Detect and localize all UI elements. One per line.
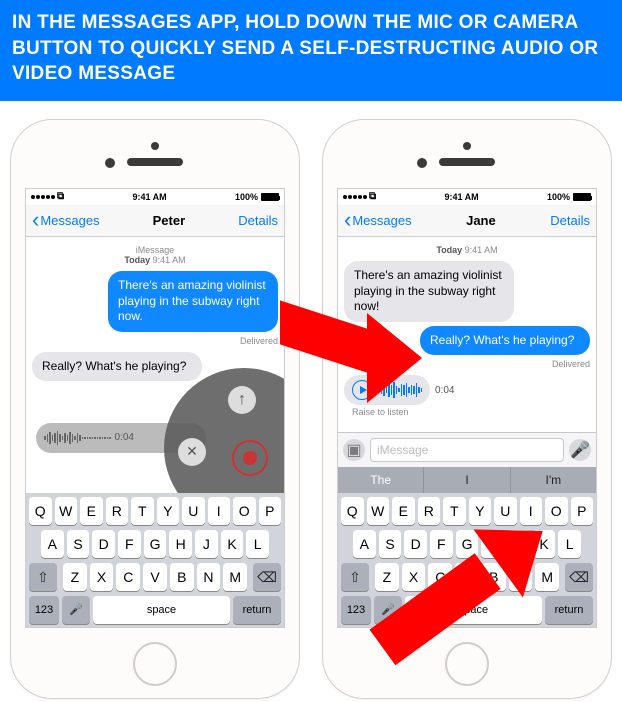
key-q[interactable]: Q: [341, 497, 364, 525]
status-bar: ⧉ 9:41 AM 100%: [338, 189, 596, 205]
details-button[interactable]: Details: [238, 213, 278, 228]
details-button[interactable]: Details: [550, 213, 590, 228]
backspace-key[interactable]: ⌫: [565, 563, 593, 591]
status-battery: 100%: [547, 192, 570, 202]
key-k[interactable]: K: [221, 530, 244, 558]
predict-1[interactable]: The: [338, 467, 424, 493]
key-w[interactable]: W: [55, 497, 78, 525]
received-bubble: Really? What's he playing?: [32, 352, 202, 382]
key-m[interactable]: M: [223, 563, 247, 591]
key-v[interactable]: V: [143, 563, 167, 591]
camera-button[interactable]: ▣: [343, 439, 365, 461]
contact-name: Jane: [466, 213, 496, 228]
battery-icon: [573, 193, 591, 201]
key-b[interactable]: B: [170, 563, 194, 591]
numbers-key[interactable]: 123: [29, 596, 59, 624]
key-s[interactable]: S: [67, 530, 90, 558]
tip-banner: In the Messages App, hold down the mic o…: [0, 0, 622, 101]
key-d[interactable]: D: [92, 530, 115, 558]
key-n[interactable]: N: [197, 563, 221, 591]
key-i[interactable]: I: [208, 497, 231, 525]
key-g[interactable]: G: [144, 530, 167, 558]
key-t[interactable]: T: [443, 497, 466, 525]
contact-name: Peter: [153, 213, 186, 228]
key-y[interactable]: Y: [157, 497, 180, 525]
send-up-button[interactable]: ↑: [228, 386, 256, 414]
back-button[interactable]: Messages: [32, 213, 100, 228]
predictive-bar[interactable]: The I I'm: [338, 467, 596, 493]
callout-arrow-1: [280, 291, 410, 411]
predict-2[interactable]: I: [424, 467, 510, 493]
status-time: 9:41 AM: [444, 192, 478, 202]
status-battery: 100%: [235, 192, 258, 202]
key-e[interactable]: E: [80, 497, 103, 525]
key-a[interactable]: A: [353, 530, 376, 558]
record-button[interactable]: [232, 440, 268, 476]
key-o[interactable]: O: [545, 497, 568, 525]
audio-duration: 0:04: [435, 385, 454, 396]
key-r[interactable]: R: [418, 497, 441, 525]
key-q[interactable]: Q: [29, 497, 52, 525]
key-f[interactable]: F: [118, 530, 141, 558]
key-h[interactable]: H: [169, 530, 192, 558]
mic-button[interactable]: 🎤: [569, 439, 591, 461]
key-p[interactable]: P: [571, 497, 594, 525]
waveform-icon: [44, 430, 111, 446]
keyboard[interactable]: QWERTYUIOP ASDFGHJKL ⇧ZXCVBNM⌫ 123 🎤 spa…: [26, 493, 284, 627]
shift-key[interactable]: ⇧: [29, 563, 57, 591]
wifi-icon: ⧉: [57, 191, 64, 202]
return-key[interactable]: return: [233, 596, 281, 624]
status-time: 9:41 AM: [132, 192, 166, 202]
thread-header: iMessageToday 9:41 AM: [32, 245, 278, 265]
key-c[interactable]: C: [116, 563, 140, 591]
key-j[interactable]: J: [195, 530, 218, 558]
battery-icon: [261, 193, 279, 201]
message-input[interactable]: iMessage: [370, 438, 564, 462]
sent-bubble: There's an amazing violinist playing in …: [108, 271, 278, 332]
key-l[interactable]: L: [558, 530, 581, 558]
audio-duration: 0:04: [115, 432, 134, 443]
key-t[interactable]: T: [131, 497, 154, 525]
mic-icon: 🎤: [570, 440, 590, 460]
sent-bubble: Really? What's he playing?: [420, 326, 590, 356]
status-bar: ⧉ 9:41 AM 100%: [26, 189, 284, 205]
predict-3[interactable]: I'm: [511, 467, 596, 493]
space-key[interactable]: space: [93, 596, 230, 624]
cancel-button[interactable]: ✕: [178, 438, 206, 466]
key-o[interactable]: O: [233, 497, 256, 525]
key-l[interactable]: L: [246, 530, 269, 558]
key-w[interactable]: W: [367, 497, 390, 525]
key-a[interactable]: A: [41, 530, 64, 558]
key-p[interactable]: P: [259, 497, 282, 525]
dictate-key[interactable]: 🎤: [62, 596, 90, 624]
camera-icon: ▣: [346, 440, 361, 460]
phone-left: ⧉ 9:41 AM 100% Messages Peter Details iM…: [10, 119, 300, 699]
key-x[interactable]: X: [90, 563, 114, 591]
wifi-icon: ⧉: [369, 191, 376, 202]
back-button[interactable]: Messages: [344, 213, 412, 228]
shift-key[interactable]: ⇧: [341, 563, 369, 591]
record-overlay: ↑ ✕: [164, 368, 284, 493]
key-u[interactable]: U: [182, 497, 205, 525]
key-z[interactable]: Z: [63, 563, 87, 591]
key-e[interactable]: E: [392, 497, 415, 525]
delivered-label: Delivered: [32, 336, 278, 346]
thread-timestamp: Today 9:41 AM: [344, 245, 590, 255]
backspace-key[interactable]: ⌫: [253, 563, 281, 591]
key-s[interactable]: S: [379, 530, 402, 558]
key-r[interactable]: R: [106, 497, 129, 525]
